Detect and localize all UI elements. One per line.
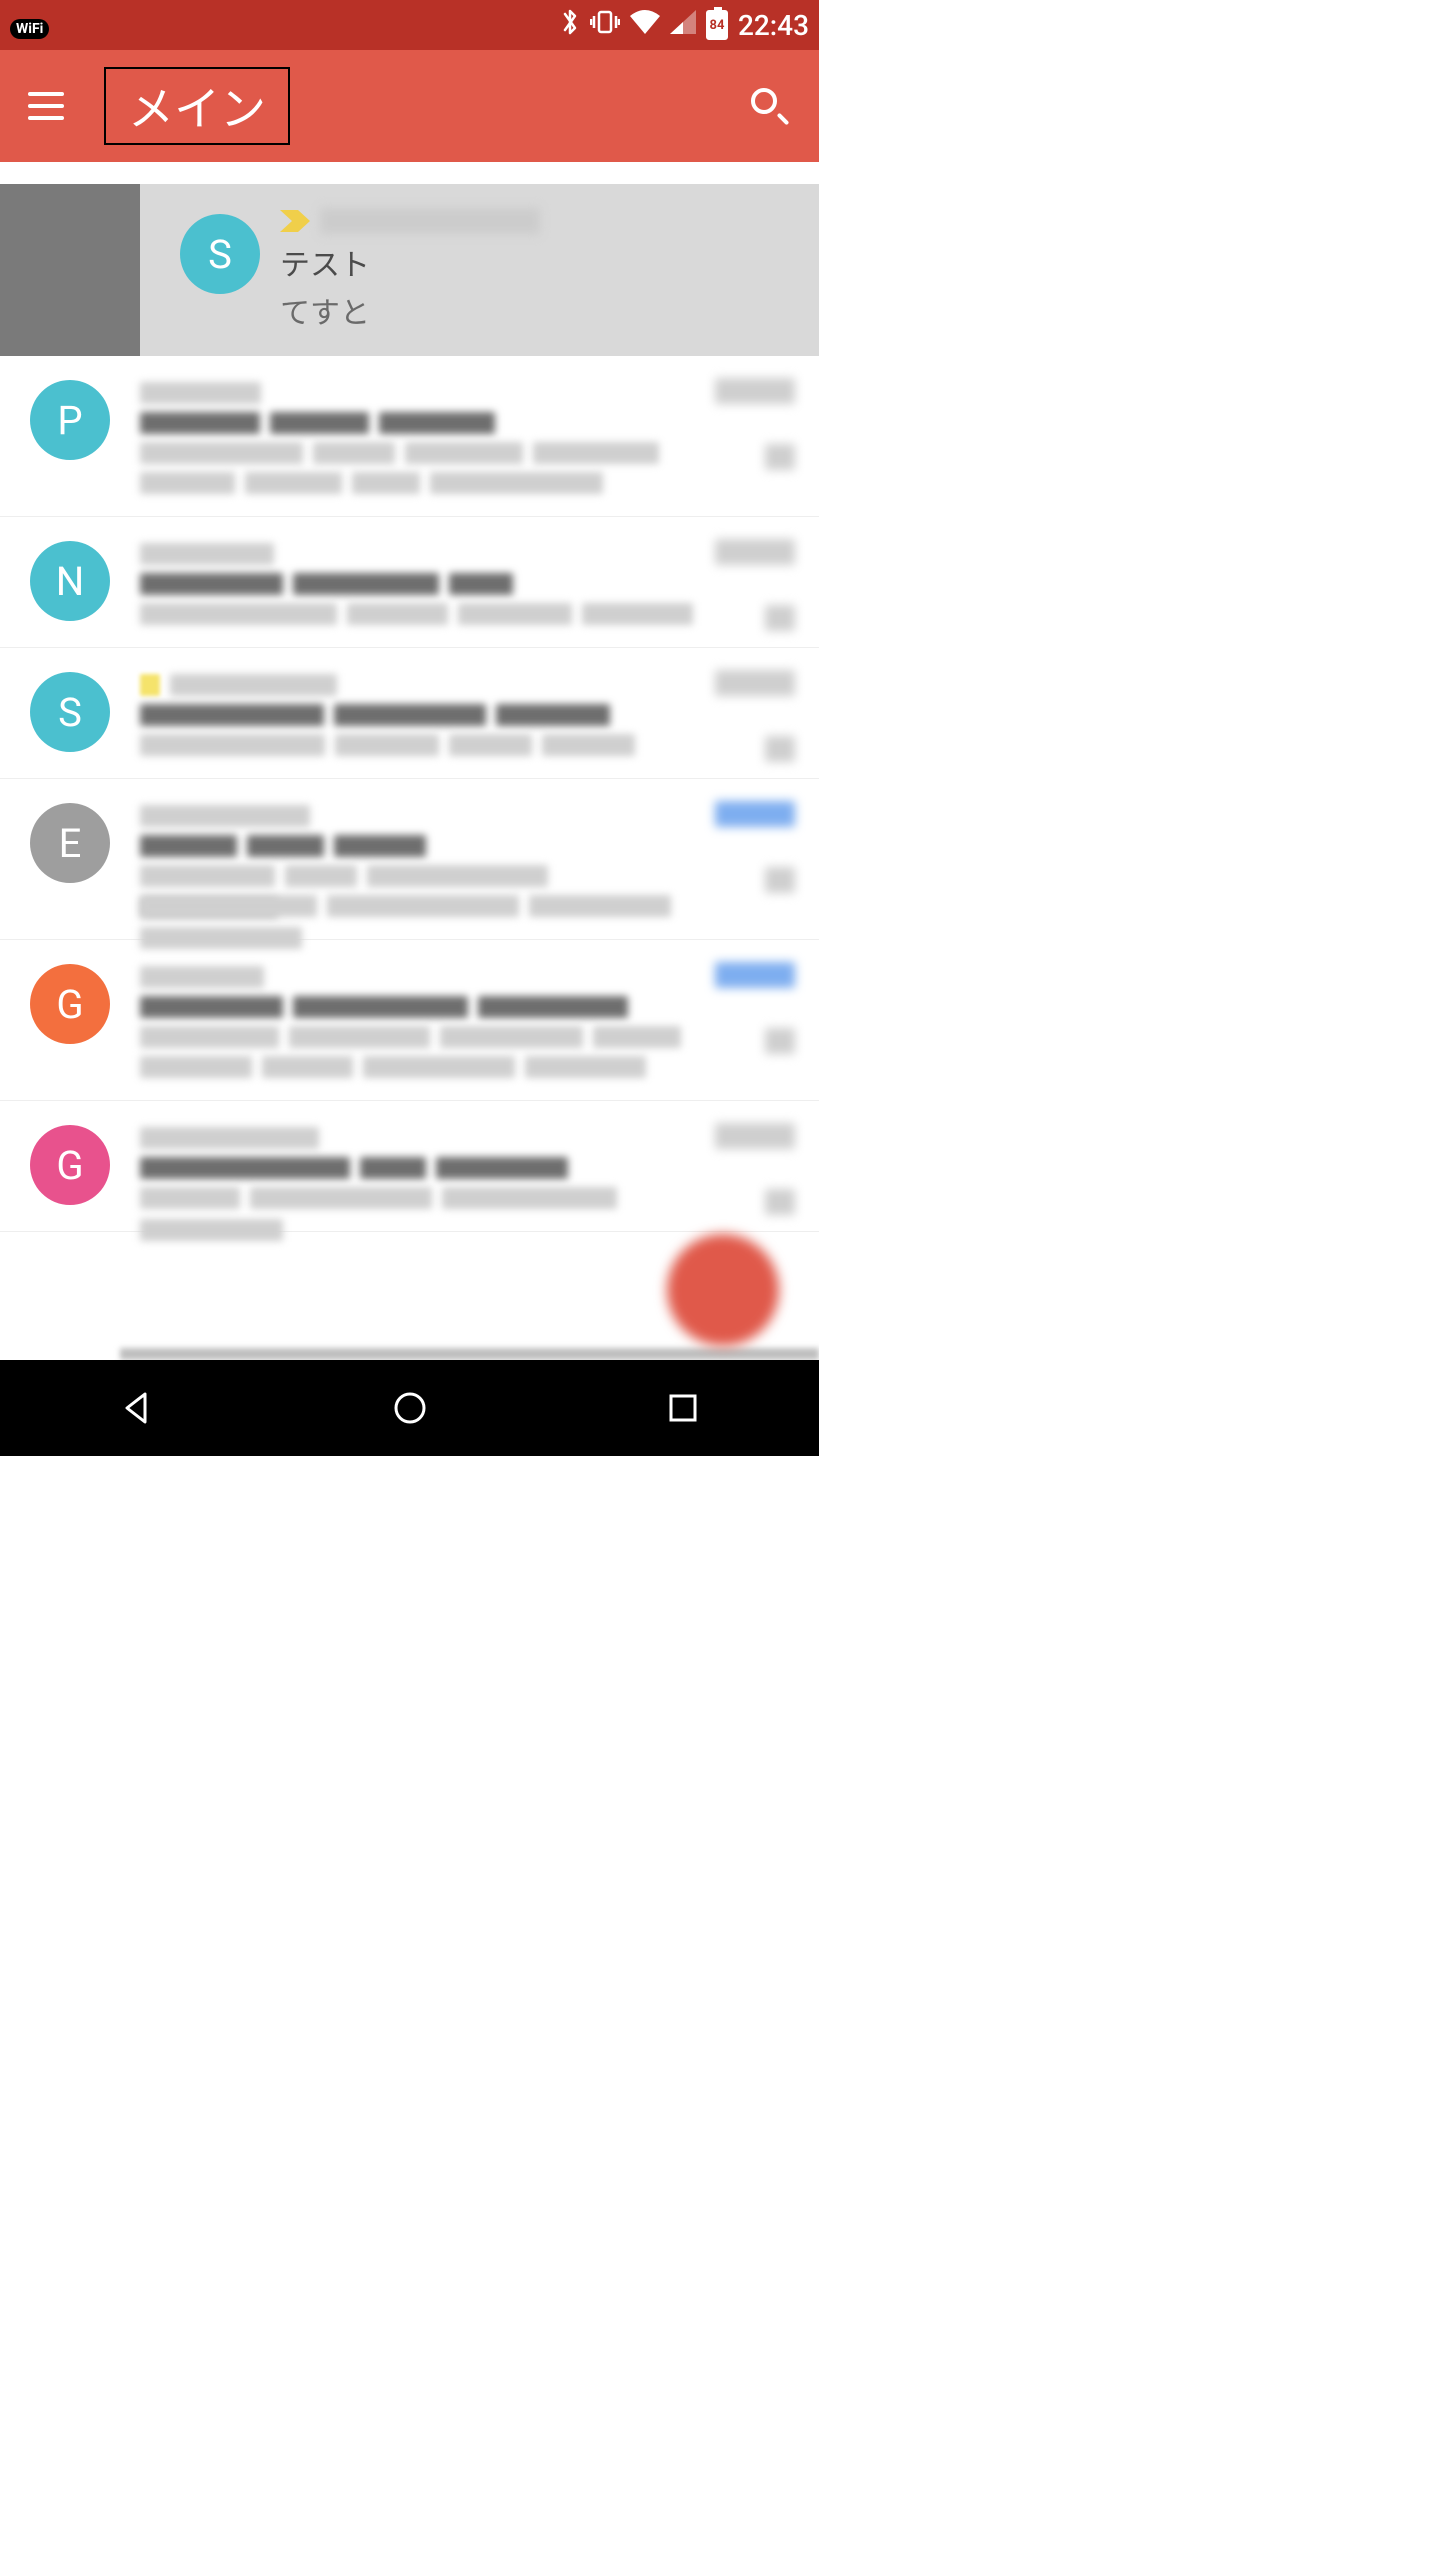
timestamp-redacted <box>715 539 795 565</box>
timestamp-redacted <box>715 962 795 988</box>
importance-marker-icon <box>280 210 310 232</box>
avatar[interactable]: E <box>30 803 110 883</box>
avatar[interactable]: G <box>30 1125 110 1205</box>
search-button[interactable] <box>747 84 791 128</box>
email-row[interactable]: G <box>0 1101 819 1232</box>
star-redacted[interactable] <box>765 444 795 470</box>
folder-title-box[interactable]: メイン <box>104 67 290 145</box>
selection-gutter <box>0 184 140 356</box>
email-row[interactable]: N <box>0 517 819 648</box>
wifi-badge-icon: WiFi <box>10 19 49 39</box>
star-redacted[interactable] <box>765 1189 795 1215</box>
bluetooth-icon <box>560 7 580 44</box>
star-redacted[interactable] <box>765 867 795 893</box>
avatar[interactable]: S <box>180 214 260 294</box>
home-button[interactable] <box>388 1386 432 1430</box>
email-row[interactable]: E <box>0 779 819 940</box>
email-row-pinned[interactable]: S テスト てすと <box>0 184 819 356</box>
compose-fab[interactable] <box>667 1234 779 1346</box>
status-bar: WiFi 84 22:43 <box>0 0 819 50</box>
menu-button[interactable] <box>28 92 64 120</box>
avatar[interactable]: G <box>30 964 110 1044</box>
app-bar: メイン <box>0 50 819 162</box>
email-row[interactable]: P <box>0 356 819 517</box>
star-redacted[interactable] <box>765 736 795 762</box>
system-nav-bar <box>0 1360 819 1456</box>
avatar[interactable]: S <box>30 672 110 752</box>
sender-redacted <box>320 208 540 234</box>
recents-button[interactable] <box>661 1386 705 1430</box>
star-redacted[interactable] <box>765 605 795 631</box>
avatar[interactable]: N <box>30 541 110 621</box>
email-snippet: てすと <box>280 288 795 332</box>
timestamp-redacted <box>715 670 795 696</box>
email-row[interactable]: G <box>0 940 819 1101</box>
avatar[interactable]: P <box>30 380 110 460</box>
email-row[interactable]: S <box>0 648 819 779</box>
clock-text: 22:43 <box>738 9 809 42</box>
timestamp-redacted <box>715 1123 795 1149</box>
battery-icon: 84 <box>706 10 728 40</box>
back-button[interactable] <box>115 1386 159 1430</box>
cell-signal-icon <box>670 10 696 41</box>
timestamp-redacted <box>715 801 795 827</box>
vibrate-icon <box>590 8 620 43</box>
wifi-icon <box>630 10 660 41</box>
star-redacted[interactable] <box>765 1028 795 1054</box>
folder-title: メイン <box>128 83 266 137</box>
email-subject: テスト <box>280 240 795 284</box>
timestamp-redacted <box>715 378 795 404</box>
